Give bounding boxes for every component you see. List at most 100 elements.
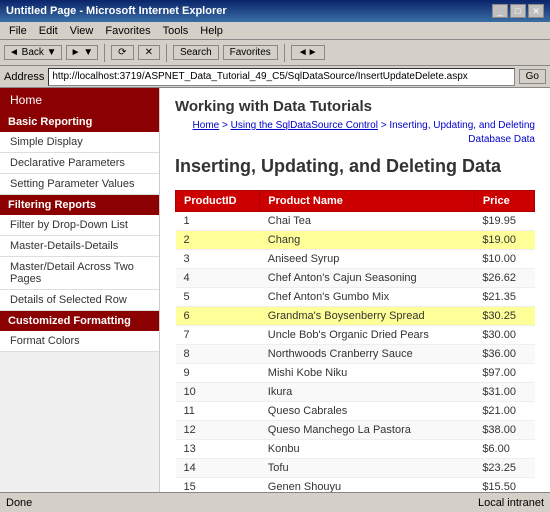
- menu-edit[interactable]: Edit: [34, 24, 63, 38]
- breadcrumb-home[interactable]: Home: [193, 120, 220, 131]
- cell-price: $30.25: [474, 307, 534, 326]
- breadcrumb-link1[interactable]: Using the SqlDataSource Control: [231, 120, 378, 131]
- cell-productid: 11: [176, 402, 260, 421]
- sidebar-item-details-selected-row[interactable]: Details of Selected Row: [0, 290, 159, 311]
- table-row: 1Chai Tea$19.95: [176, 212, 535, 231]
- sidebar-section-basic-reporting[interactable]: Basic Reporting: [0, 112, 159, 132]
- sidebar-item-simple-display[interactable]: Simple Display: [0, 132, 159, 153]
- cell-productname: Chef Anton's Gumbo Mix: [260, 288, 475, 307]
- search-button[interactable]: Search: [173, 45, 219, 60]
- table-row: 8Northwoods Cranberry Sauce$36.00: [176, 345, 535, 364]
- cell-price: $26.62: [474, 269, 534, 288]
- refresh-button[interactable]: ⟳: [111, 45, 133, 60]
- sidebar-home[interactable]: Home: [0, 88, 159, 112]
- sidebar-section-customized-formatting[interactable]: Customized Formatting: [0, 311, 159, 331]
- main-content: Working with Data Tutorials Home > Using…: [160, 88, 550, 492]
- cell-price: $23.25: [474, 459, 534, 478]
- cell-productname: Queso Cabrales: [260, 402, 475, 421]
- cell-productname: Chang: [260, 231, 475, 250]
- cell-price: $97.00: [474, 364, 534, 383]
- menu-favorites[interactable]: Favorites: [100, 24, 155, 38]
- cell-productname: Aniseed Syrup: [260, 250, 475, 269]
- menu-view[interactable]: View: [65, 24, 99, 38]
- table-row: 3Aniseed Syrup$10.00: [176, 250, 535, 269]
- table-row: 4Chef Anton's Cajun Seasoning$26.62: [176, 269, 535, 288]
- minimize-button[interactable]: _: [492, 4, 508, 18]
- data-table: ProductID Product Name Price 1Chai Tea$1…: [175, 190, 535, 492]
- cell-productid: 9: [176, 364, 260, 383]
- cell-price: $31.00: [474, 383, 534, 402]
- cell-productname: Konbu: [260, 440, 475, 459]
- cell-productid: 4: [176, 269, 260, 288]
- window-title: Untitled Page - Microsoft Internet Explo…: [6, 5, 227, 17]
- menu-help[interactable]: Help: [195, 24, 228, 38]
- cell-productid: 14: [176, 459, 260, 478]
- cell-productid: 5: [176, 288, 260, 307]
- sidebar: Home Basic Reporting Simple Display Decl…: [0, 88, 160, 492]
- cell-price: $21.35: [474, 288, 534, 307]
- cell-price: $30.00: [474, 326, 534, 345]
- close-button[interactable]: ✕: [528, 4, 544, 18]
- cell-productid: 7: [176, 326, 260, 345]
- menu-bar: File Edit View Favorites Tools Help: [0, 22, 550, 40]
- cell-productname: Genen Shouyu: [260, 478, 475, 492]
- cell-productid: 8: [176, 345, 260, 364]
- status-bar: Done Local intranet: [0, 492, 550, 512]
- sidebar-item-declarative-parameters[interactable]: Declarative Parameters: [0, 153, 159, 174]
- media-button[interactable]: ◄►: [291, 45, 325, 60]
- cell-price: $10.00: [474, 250, 534, 269]
- sidebar-item-format-colors[interactable]: Format Colors: [0, 331, 159, 352]
- site-title: Working with Data Tutorials: [175, 98, 535, 115]
- go-button[interactable]: Go: [519, 69, 546, 84]
- cell-productname: Uncle Bob's Organic Dried Pears: [260, 326, 475, 345]
- table-row: 11Queso Cabrales$21.00: [176, 402, 535, 421]
- sidebar-item-master-details[interactable]: Master-Details-Details: [0, 236, 159, 257]
- status-right: Local intranet: [478, 497, 544, 509]
- breadcrumb-current: Inserting, Updating, and Deleting Databa…: [389, 120, 535, 145]
- cell-productid: 12: [176, 421, 260, 440]
- toolbar-separator-2: [166, 44, 167, 62]
- cell-productname: Chai Tea: [260, 212, 475, 231]
- content-area: Home Basic Reporting Simple Display Decl…: [0, 88, 550, 492]
- sidebar-item-setting-parameter-values[interactable]: Setting Parameter Values: [0, 174, 159, 195]
- table-row: 14Tofu$23.25: [176, 459, 535, 478]
- title-bar: Untitled Page - Microsoft Internet Explo…: [0, 0, 550, 22]
- stop-button[interactable]: ✕: [138, 45, 160, 60]
- table-row: 13Konbu$6.00: [176, 440, 535, 459]
- forward-button[interactable]: ► ▼: [66, 45, 99, 60]
- cell-price: $15.50: [474, 478, 534, 492]
- col-header-productname: Product Name: [260, 191, 475, 212]
- favorites-button[interactable]: Favorites: [223, 45, 278, 60]
- cell-productid: 6: [176, 307, 260, 326]
- toolbar-separator-3: [284, 44, 285, 62]
- cell-productname: Queso Manchego La Pastora: [260, 421, 475, 440]
- cell-productname: Chef Anton's Cajun Seasoning: [260, 269, 475, 288]
- cell-productid: 1: [176, 212, 260, 231]
- col-header-productid: ProductID: [176, 191, 260, 212]
- cell-productid: 2: [176, 231, 260, 250]
- cell-price: $36.00: [474, 345, 534, 364]
- breadcrumb-sep1: >: [219, 120, 230, 131]
- cell-productname: Ikura: [260, 383, 475, 402]
- sidebar-item-filter-dropdown[interactable]: Filter by Drop-Down List: [0, 215, 159, 236]
- address-bar: Address Go: [0, 66, 550, 88]
- toolbar: ◄ Back ▼ ► ▼ ⟳ ✕ Search Favorites ◄►: [0, 40, 550, 66]
- address-input[interactable]: [48, 68, 514, 86]
- cell-productname: Northwoods Cranberry Sauce: [260, 345, 475, 364]
- col-header-price: Price: [474, 191, 534, 212]
- maximize-button[interactable]: □: [510, 4, 526, 18]
- back-button[interactable]: ◄ Back ▼: [4, 45, 62, 60]
- table-row: 6Grandma's Boysenberry Spread$30.25: [176, 307, 535, 326]
- cell-productid: 3: [176, 250, 260, 269]
- sidebar-item-master-detail-pages[interactable]: Master/Detail Across Two Pages: [0, 257, 159, 290]
- sidebar-section-filtering-reports[interactable]: Filtering Reports: [0, 195, 159, 215]
- menu-tools[interactable]: Tools: [158, 24, 194, 38]
- table-row: 15Genen Shouyu$15.50: [176, 478, 535, 492]
- page-title: Inserting, Updating, and Deleting Data: [175, 155, 535, 178]
- cell-productid: 13: [176, 440, 260, 459]
- menu-file[interactable]: File: [4, 24, 32, 38]
- table-row: 2Chang$19.00: [176, 231, 535, 250]
- cell-productname: Mishi Kobe Niku: [260, 364, 475, 383]
- table-row: 10Ikura$31.00: [176, 383, 535, 402]
- window-controls[interactable]: _ □ ✕: [492, 4, 544, 18]
